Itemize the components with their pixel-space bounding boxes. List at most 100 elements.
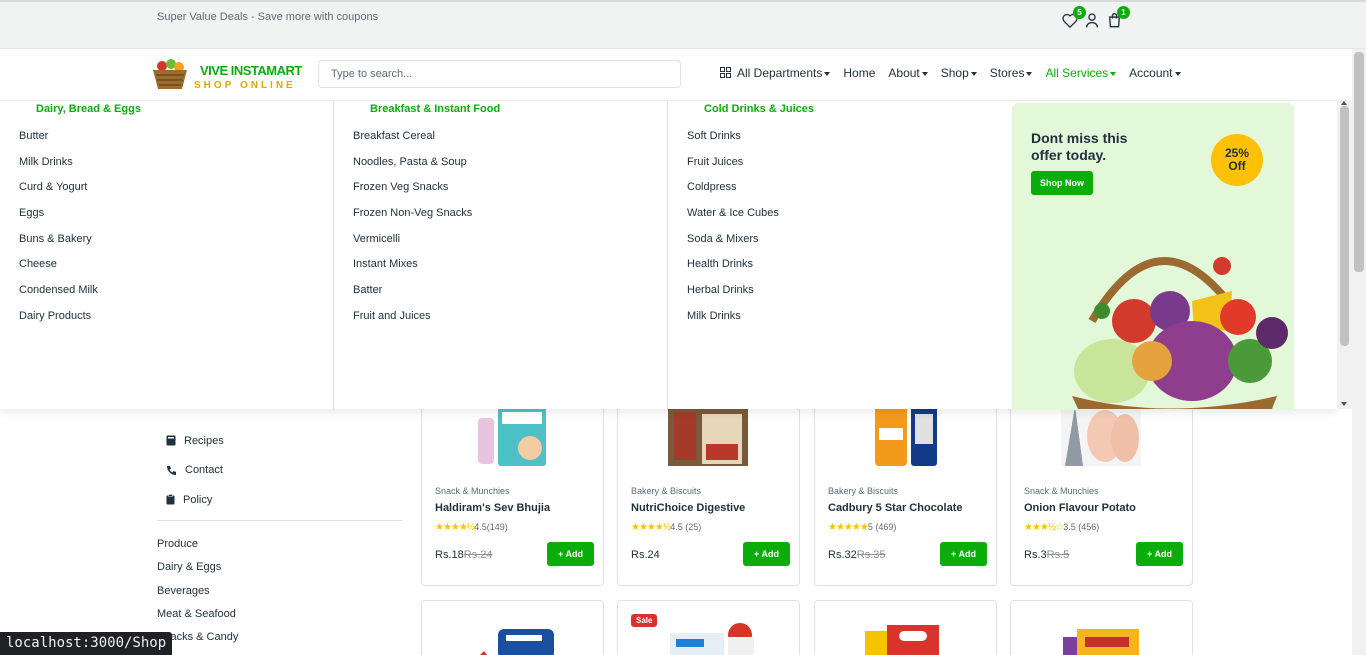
add-to-cart-button[interactable]: + Add bbox=[547, 542, 594, 566]
sidebar-link-recipes[interactable]: Recipes bbox=[166, 426, 224, 456]
add-to-cart-button[interactable]: + Add bbox=[1136, 542, 1183, 566]
mega-menu-item[interactable]: Health Drinks bbox=[687, 258, 779, 284]
rating-stars-icon: ★★★★½ bbox=[435, 522, 475, 533]
mega-menu-item[interactable]: Vermicelli bbox=[353, 233, 472, 259]
scroll-up-icon[interactable] bbox=[1341, 101, 1347, 105]
mega-menu-list: Breakfast Cereal Noodles, Pasta & Soup F… bbox=[353, 130, 472, 336]
mega-menu-item[interactable]: Water & Ice Cubes bbox=[687, 207, 779, 233]
mega-menu-item[interactable]: Breakfast Cereal bbox=[353, 130, 472, 156]
mega-menu-item[interactable]: Noodles, Pasta & Soup bbox=[353, 156, 472, 182]
old-price: Rs.24 bbox=[463, 549, 493, 561]
mega-menu-item[interactable]: Fruit and Juices bbox=[353, 310, 472, 336]
phone-icon bbox=[167, 465, 176, 475]
cart-button[interactable]: 1 bbox=[1104, 6, 1130, 30]
product-card[interactable]: Bakery & Biscuits NutriChoice Digestive … bbox=[617, 399, 800, 586]
site-logo[interactable]: VIVE INSTAMART SHOP ONLINE bbox=[150, 53, 310, 95]
page-scrollbar-thumb[interactable] bbox=[1354, 52, 1364, 272]
mega-menu-item[interactable]: Instant Mixes bbox=[353, 258, 472, 284]
category-item-dairy-eggs[interactable]: Dairy & Eggs bbox=[157, 561, 238, 584]
scroll-down-icon[interactable] bbox=[1341, 402, 1347, 406]
category-item-produce[interactable]: Produce bbox=[157, 538, 238, 561]
rating-value: 4.5 (25) bbox=[670, 522, 702, 532]
mega-menu-item[interactable]: Buns & Bakery bbox=[19, 233, 98, 259]
mega-menu-item[interactable]: Cheese bbox=[19, 258, 98, 284]
user-icon bbox=[1085, 12, 1099, 27]
main-header: VIVE INSTAMART SHOP ONLINE All Departmen… bbox=[0, 49, 1366, 100]
category-item-meat-seafood[interactable]: Meat & Seafood bbox=[157, 608, 238, 631]
add-to-cart-button[interactable]: + Add bbox=[743, 542, 790, 566]
product-card[interactable]: Sale bbox=[617, 600, 800, 655]
mega-menu-item[interactable]: Milk Drinks bbox=[19, 156, 98, 182]
nav-about[interactable]: About bbox=[888, 66, 928, 80]
discount-badge: 25% Off bbox=[1211, 134, 1263, 186]
nav-all-departments[interactable]: All Departments bbox=[720, 66, 831, 80]
main-nav: All Departments Home About Shop Stores A… bbox=[720, 66, 1194, 80]
mega-menu-scrollbar[interactable] bbox=[1337, 100, 1352, 409]
mega-menu-heading[interactable]: Dairy, Bread & Eggs bbox=[36, 103, 141, 115]
old-price: Rs.35 bbox=[856, 549, 886, 561]
product-price: Rs.18Rs.24 bbox=[435, 549, 493, 561]
mega-menu-item[interactable]: Fruit Juices bbox=[687, 156, 779, 182]
product-card[interactable] bbox=[814, 600, 997, 655]
product-image bbox=[865, 625, 939, 655]
sidebar-link-policy[interactable]: Policy bbox=[166, 485, 224, 515]
mega-menu: Dairy, Bread & Eggs Butter Milk Drinks C… bbox=[0, 100, 1337, 410]
product-card[interactable]: Snack & Munchies Haldiram's Sev Bhujia ★… bbox=[421, 399, 604, 586]
product-category: Snack & Munchies bbox=[1024, 486, 1099, 496]
mega-menu-item[interactable]: Batter bbox=[353, 284, 472, 310]
shop-now-button[interactable]: Shop Now bbox=[1031, 171, 1093, 195]
mega-menu-item[interactable]: Soft Drinks bbox=[687, 130, 779, 156]
product-price: Rs.24 bbox=[631, 549, 660, 561]
mega-menu-item[interactable]: Frozen Veg Snacks bbox=[353, 181, 472, 207]
mega-menu-item[interactable]: Condensed Milk bbox=[19, 284, 98, 310]
product-category: Bakery & Biscuits bbox=[828, 486, 899, 496]
mega-menu-item[interactable]: Herbal Drinks bbox=[687, 284, 779, 310]
mega-menu-item[interactable]: Dairy Products bbox=[19, 310, 98, 336]
logo-text: VIVE INSTAMART bbox=[200, 63, 302, 78]
mega-menu-list: Butter Milk Drinks Curd & Yogurt Eggs Bu… bbox=[19, 130, 98, 336]
nav-all-services[interactable]: All Services bbox=[1045, 66, 1117, 80]
mega-menu-item[interactable]: Eggs bbox=[19, 207, 98, 233]
category-item-beverages[interactable]: Beverages bbox=[157, 585, 238, 608]
add-to-cart-button[interactable]: + Add bbox=[940, 542, 987, 566]
product-name[interactable]: Cadbury 5 Star Chocolate bbox=[828, 502, 962, 514]
account-button[interactable] bbox=[1082, 10, 1102, 30]
product-name[interactable]: Onion Flavour Potato bbox=[1024, 502, 1136, 514]
product-card[interactable] bbox=[421, 600, 604, 655]
product-card[interactable] bbox=[1010, 600, 1193, 655]
current-price: Rs.24 bbox=[631, 549, 660, 561]
wishlist-button[interactable]: 5 bbox=[1060, 6, 1086, 30]
sidebar-link-contact[interactable]: Contact bbox=[166, 456, 224, 486]
sidebar-link-label: Recipes bbox=[184, 434, 224, 447]
mega-menu-heading[interactable]: Breakfast & Instant Food bbox=[370, 103, 500, 115]
product-name[interactable]: NutriChoice Digestive bbox=[631, 502, 745, 514]
mega-menu-heading[interactable]: Cold Drinks & Juices bbox=[704, 103, 814, 115]
nav-shop[interactable]: Shop bbox=[941, 66, 977, 80]
scrollbar-thumb[interactable] bbox=[1340, 106, 1349, 346]
mega-menu-item[interactable]: Curd & Yogurt bbox=[19, 181, 98, 207]
header-spacer bbox=[0, 33, 1366, 49]
product-card[interactable]: Snack & Munchies Onion Flavour Potato ★★… bbox=[1010, 399, 1193, 586]
product-card[interactable]: Bakery & Biscuits Cadbury 5 Star Chocola… bbox=[814, 399, 997, 586]
current-price: Rs.32 bbox=[828, 549, 857, 561]
product-price: Rs.32Rs.35 bbox=[828, 549, 886, 561]
current-price: Rs.18 bbox=[435, 549, 464, 561]
search-input[interactable] bbox=[318, 60, 681, 88]
mega-menu-item[interactable]: Milk Drinks bbox=[687, 310, 779, 336]
mega-menu-item[interactable]: Frozen Non-Veg Snacks bbox=[353, 207, 472, 233]
page-scrollbar[interactable] bbox=[1352, 49, 1366, 655]
add-label: Add bbox=[565, 549, 583, 559]
nav-home[interactable]: Home bbox=[843, 66, 875, 80]
current-price: Rs.3 bbox=[1024, 549, 1047, 561]
mega-menu-item[interactable]: Butter bbox=[19, 130, 98, 156]
product-rating: ★★★★★5 (469) bbox=[828, 522, 896, 533]
product-name[interactable]: Haldiram's Sev Bhujia bbox=[435, 502, 550, 514]
rating-value: 5 (469) bbox=[867, 522, 897, 532]
nav-account[interactable]: Account bbox=[1129, 66, 1181, 80]
nav-stores[interactable]: Stores bbox=[990, 66, 1033, 80]
mega-menu-item[interactable]: Coldpress bbox=[687, 181, 779, 207]
mega-menu-column-breakfast: Breakfast & Instant Food Breakfast Cerea… bbox=[334, 101, 668, 410]
browser-status-url: localhost:3000/Shop bbox=[0, 632, 173, 655]
mega-menu-item[interactable]: Soda & Mixers bbox=[687, 233, 779, 259]
add-label: Add bbox=[1154, 549, 1172, 559]
